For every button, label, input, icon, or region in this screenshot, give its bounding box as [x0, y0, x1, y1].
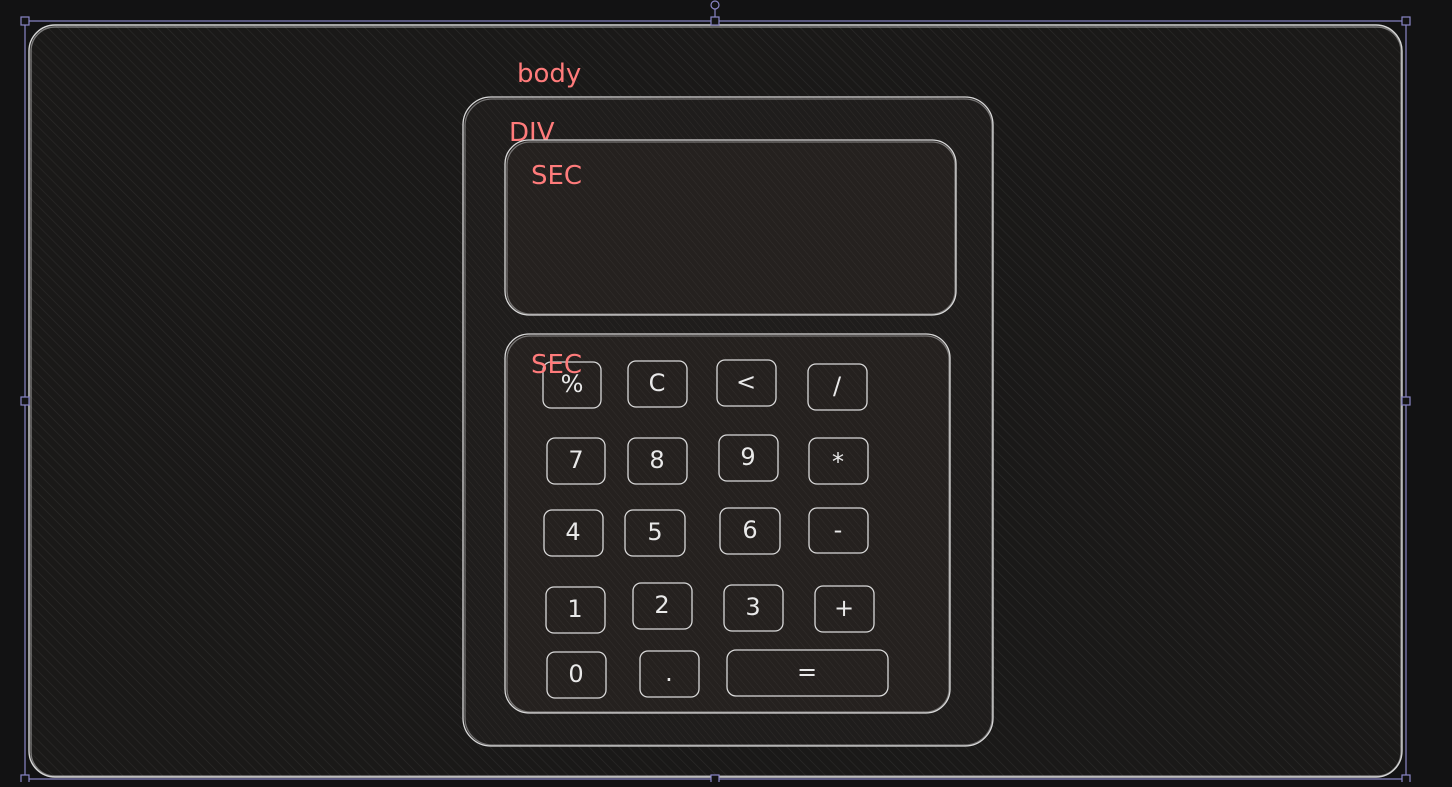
diagram-svg: body DIV SEC % C < / 7 8 9 * 4 5 6 - 1 2… [20, 0, 1411, 784]
key-label: 3 [745, 593, 760, 621]
resize-handle-bottom-left[interactable] [20, 774, 30, 784]
resize-handle-top[interactable] [710, 16, 720, 26]
resize-handle-top-left[interactable] [20, 16, 30, 26]
key-label: 4 [565, 518, 580, 546]
key-label: 9 [740, 443, 755, 471]
key-label: 7 [568, 446, 583, 474]
key-label: 0 [568, 660, 583, 688]
resize-handle-bottom-right[interactable] [1401, 774, 1411, 784]
key-label: 8 [649, 446, 664, 474]
key-label: - [834, 516, 843, 544]
keys-section-label: SEC [531, 350, 582, 380]
resize-handle-bottom[interactable] [710, 774, 720, 784]
key-label: * [832, 448, 844, 476]
resize-handle-top-right[interactable] [1401, 16, 1411, 26]
key-label: . [665, 659, 673, 687]
display-section-label: SEC [531, 161, 582, 191]
key-label: 2 [654, 591, 669, 619]
key-label: < [736, 368, 756, 396]
rotate-handle[interactable] [710, 0, 720, 10]
key-label: 6 [742, 516, 757, 544]
resize-handle-right[interactable] [1401, 396, 1411, 406]
key-label: C [649, 369, 666, 397]
key-label: = [797, 658, 817, 686]
key-label: 5 [647, 518, 662, 546]
resize-handle-left[interactable] [20, 396, 30, 406]
diagram-canvas: body DIV SEC % C < / 7 8 9 * 4 5 6 - 1 2… [0, 0, 1452, 784]
body-label: body [517, 59, 581, 89]
key-label: + [834, 594, 854, 622]
key-label: 1 [567, 595, 582, 623]
key-label: / [833, 372, 842, 400]
